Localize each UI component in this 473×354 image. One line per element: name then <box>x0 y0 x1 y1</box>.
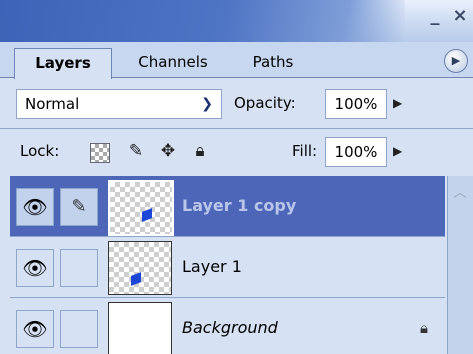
tab-paths[interactable]: Paths <box>238 48 308 76</box>
tab-layers[interactable]: Layers <box>14 48 112 79</box>
chevron-up-icon[interactable]: ︿ <box>453 182 467 202</box>
panel-menu-button[interactable]: ▶ <box>444 49 468 73</box>
layer-thumbnail <box>108 302 172 354</box>
layer-name[interactable]: Layer 1 copy <box>182 176 296 236</box>
lock-image-pixels-brush-icon[interactable]: ✎ <box>124 139 148 163</box>
padlock-icon: 🔒︎ <box>420 319 428 337</box>
lock-position-move-icon[interactable]: ✥ <box>156 139 180 163</box>
flyout-menu-icon: ▶ <box>451 54 461 67</box>
fill-slider-arrow-icon[interactable]: ▶ <box>393 137 402 165</box>
opacity-label: Opacity: <box>234 94 296 112</box>
layer-thumbnail <box>108 180 174 236</box>
lock-transparent-pixels-icon[interactable] <box>90 143 110 163</box>
opacity-slider-arrow-icon[interactable]: ▶ <box>393 89 402 117</box>
link-empty-cell[interactable] <box>60 310 98 348</box>
close-button[interactable]: × <box>451 6 469 26</box>
layer-row-layer-1[interactable]: 👁︎ Layer 1 <box>10 237 445 298</box>
tab-channels[interactable]: Channels <box>118 48 228 76</box>
title-bar[interactable]: _ × <box>0 0 473 42</box>
scrollbar[interactable]: ︿ <box>447 176 473 354</box>
blend-mode-select[interactable]: Normal ❯ <box>16 89 222 119</box>
blue-shape-icon <box>142 208 152 222</box>
fill-label: Fill: <box>292 142 318 160</box>
lock-all-padlock-icon[interactable]: 🔒︎ <box>188 139 212 163</box>
visibility-eye-icon[interactable]: 👁︎ <box>16 310 54 348</box>
lock-label: Lock: <box>20 142 60 160</box>
opacity-input[interactable]: 100% <box>325 89 387 119</box>
layer-list: 👁︎ ✎ Layer 1 copy 👁︎ Layer 1 👁︎ Backgrou… <box>10 176 445 354</box>
blue-shape-icon <box>131 272 141 286</box>
chevron-down-icon: ❯ <box>201 96 213 112</box>
layer-thumbnail <box>108 241 172 295</box>
layer-row-background[interactable]: 👁︎ Background 🔒︎ <box>10 298 445 354</box>
fill-input[interactable]: 100% <box>325 137 387 167</box>
link-empty-cell[interactable] <box>60 249 98 287</box>
visibility-eye-icon[interactable]: 👁︎ <box>16 249 54 287</box>
layers-panel: _ × Layers Channels Paths ▶ Normal ❯ Opa… <box>0 0 473 354</box>
tab-strip: Layers Channels Paths <box>0 42 473 79</box>
brush-link-icon[interactable]: ✎ <box>60 188 98 226</box>
layer-row-layer-1-copy[interactable]: 👁︎ ✎ Layer 1 copy <box>10 176 445 237</box>
divider <box>0 128 473 129</box>
layer-name[interactable]: Background <box>182 298 278 354</box>
title-bar-gradient <box>0 0 405 42</box>
visibility-eye-icon[interactable]: 👁︎ <box>16 188 54 226</box>
blend-mode-value: Normal <box>25 95 80 113</box>
minimize-button[interactable]: _ <box>426 6 444 26</box>
layer-name[interactable]: Layer 1 <box>182 237 242 297</box>
